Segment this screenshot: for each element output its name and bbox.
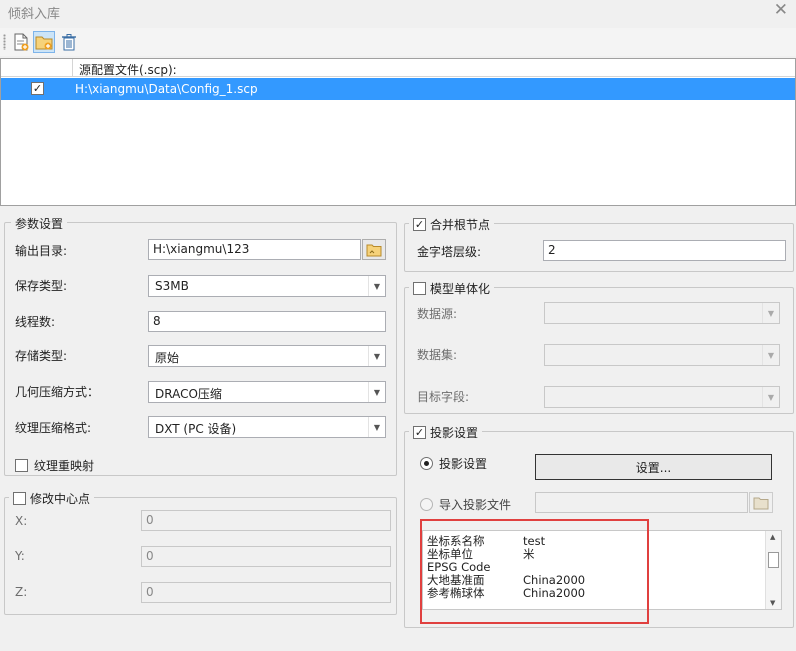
import-projection-browse-button[interactable]: [749, 492, 773, 513]
add-folder-button[interactable]: [33, 31, 55, 53]
center-legend-label: 修改中心点: [30, 492, 91, 506]
center-z-input[interactable]: 0: [141, 582, 391, 603]
monomer-legend: 模型单体化: [409, 280, 495, 297]
output-dir-browse-button[interactable]: [362, 239, 386, 260]
file-path: H:\xiangmu\Data\Config_1.scp: [75, 82, 258, 96]
scroll-thumb[interactable]: [768, 552, 779, 568]
merge-root-checkbox[interactable]: ✓: [413, 218, 426, 231]
pyramid-level-label: 金字塔层级:: [417, 245, 482, 259]
import-projection-radio[interactable]: [420, 498, 433, 511]
add-file-icon: [14, 33, 29, 51]
threads-input[interactable]: 8: [148, 311, 386, 332]
dataset-label: 数据集:: [417, 348, 458, 362]
target-field-label: 目标字段:: [417, 390, 470, 404]
folder-open-icon: [753, 497, 769, 509]
dataset-select[interactable]: ▼: [544, 344, 780, 366]
merge-root-legend: ✓ 合并根节点: [409, 216, 495, 233]
save-type-value: S3MB: [155, 279, 189, 293]
output-dir-input[interactable]: H:\xiangmu\123: [148, 239, 361, 260]
geometry-compression-label: 几何压缩方式：: [15, 385, 100, 399]
chevron-down-icon: ▼: [368, 382, 385, 402]
geometry-compression-value: DRACO压缩: [155, 387, 222, 401]
save-type-select[interactable]: S3MB ▼: [148, 275, 386, 297]
monomer-checkbox[interactable]: [413, 282, 426, 295]
params-legend: 参数设置: [11, 215, 68, 232]
texture-remap-checkbox[interactable]: [15, 459, 28, 472]
texture-compression-select[interactable]: DXT (PC 设备) ▼: [148, 416, 386, 438]
chevron-down-icon: ▼: [762, 345, 779, 365]
center-legend: 修改中心点: [9, 490, 95, 507]
center-x-input[interactable]: 0: [141, 510, 391, 531]
merge-root-label: 合并根节点: [430, 218, 491, 232]
projection-setting-radio[interactable]: [420, 457, 433, 470]
projection-checkbox[interactable]: ✓: [413, 426, 426, 439]
close-icon[interactable]: ✕: [774, 0, 788, 20]
center-checkbox[interactable]: [13, 492, 26, 505]
projection-label: 投影设置: [430, 426, 479, 440]
toolbar-grip: [3, 34, 6, 50]
add-folder-icon: [35, 36, 53, 50]
info-scrollbar[interactable]: ▲ ▼: [765, 531, 781, 609]
geometry-compression-select[interactable]: DRACO压缩 ▼: [148, 381, 386, 403]
save-type-label: 保存类型:: [15, 279, 68, 293]
storage-type-value: 原始: [155, 351, 180, 365]
monomer-label: 模型单体化: [430, 282, 491, 296]
projection-legend: ✓ 投影设置: [409, 424, 483, 441]
projection-settings-button[interactable]: 设置...: [535, 454, 772, 480]
file-list-row[interactable]: ✓ H:\xiangmu\Data\Config_1.scp: [1, 78, 795, 100]
texture-compression-label: 纹理压缩格式:: [15, 421, 92, 435]
delete-button[interactable]: [58, 31, 80, 53]
projection-setting-radio-label: 投影设置: [439, 457, 488, 471]
import-projection-radio-option[interactable]: 导入投影文件: [420, 496, 511, 513]
folder-open-icon: [366, 244, 382, 256]
file-list-header: 源配置文件(.scp):: [1, 59, 795, 77]
column-header-source: 源配置文件(.scp):: [79, 63, 177, 77]
add-file-button[interactable]: [10, 31, 32, 53]
import-projection-label: 导入投影文件: [439, 498, 512, 512]
pyramid-level-input[interactable]: 2: [543, 240, 786, 261]
import-projection-path-input[interactable]: [535, 492, 748, 513]
storage-type-label: 存储类型:: [15, 349, 68, 363]
chevron-down-icon: ▼: [762, 387, 779, 407]
trash-icon: [62, 34, 76, 51]
window-title: 倾斜入库: [8, 7, 61, 22]
texture-remap-label: 纹理重映射: [34, 459, 95, 473]
config-file-list[interactable]: 源配置文件(.scp): ✓ H:\xiangmu\Data\Config_1.…: [0, 58, 796, 206]
projection-setting-radio-option[interactable]: 投影设置: [420, 455, 487, 472]
center-z-label: Z:: [15, 585, 28, 599]
threads-label: 线程数:: [15, 315, 56, 329]
texture-compression-value: DXT (PC 设备): [155, 422, 237, 436]
chevron-down-icon: ▼: [368, 276, 385, 296]
output-dir-label: 输出目录:: [15, 244, 68, 258]
texture-remap-option[interactable]: 纹理重映射: [15, 457, 94, 474]
center-y-input[interactable]: 0: [141, 546, 391, 567]
row-checkbox[interactable]: ✓: [31, 82, 44, 95]
datasource-label: 数据源:: [417, 307, 458, 321]
check-column-header: [1, 59, 73, 77]
highlight-box: [420, 519, 649, 624]
toolbar: [0, 28, 796, 56]
storage-type-select[interactable]: 原始 ▼: [148, 345, 386, 367]
chevron-down-icon: ▼: [368, 417, 385, 437]
scroll-up-icon[interactable]: ▲: [770, 533, 775, 541]
chevron-down-icon: ▼: [762, 303, 779, 323]
center-x-label: X:: [15, 514, 28, 528]
datasource-select[interactable]: ▼: [544, 302, 780, 324]
title-bar: 倾斜入库 ✕: [0, 0, 796, 24]
chevron-down-icon: ▼: [368, 346, 385, 366]
scroll-down-icon[interactable]: ▼: [770, 599, 775, 607]
center-y-label: Y:: [15, 549, 25, 563]
target-field-select[interactable]: ▼: [544, 386, 780, 408]
